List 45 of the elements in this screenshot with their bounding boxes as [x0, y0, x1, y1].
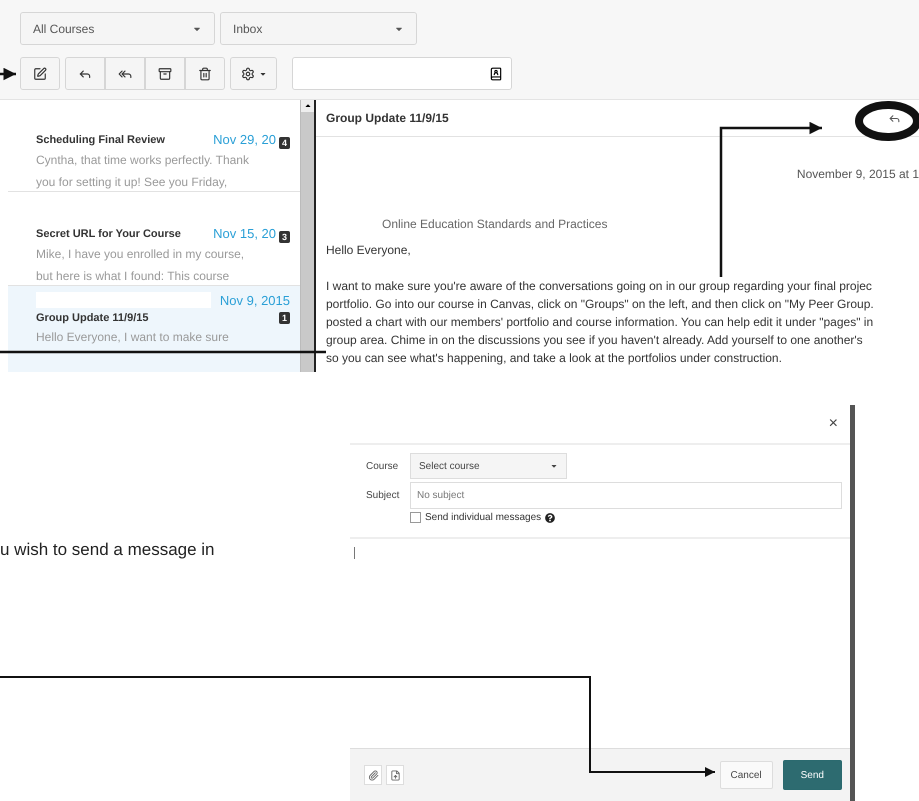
delete-button[interactable]	[185, 57, 225, 90]
paperclip-icon	[368, 770, 378, 780]
annotation-arrow	[0, 68, 16, 80]
media-button[interactable]	[386, 765, 404, 785]
conversation-date: Nov 29, 20	[213, 132, 276, 147]
message-count: 4	[278, 137, 290, 149]
instruction-text: u wish to send a message in	[0, 540, 215, 559]
checkbox[interactable]	[410, 512, 421, 523]
message-count: 1	[278, 312, 290, 324]
conversation-date: Nov 9, 2015	[220, 292, 290, 308]
scroll-up-icon[interactable]	[304, 102, 312, 110]
subject-field[interactable]: No subject	[410, 482, 842, 509]
conversation-subject: Scheduling Final Review	[36, 134, 165, 146]
address-book-icon[interactable]	[489, 66, 503, 80]
message-heading: Online Education Standards and Practices	[381, 217, 608, 231]
file-upload-icon	[390, 770, 400, 780]
checkbox-label: Send individual messages	[425, 512, 542, 523]
cancel-button[interactable]: Cancel	[720, 761, 773, 789]
course-label: Course	[366, 460, 400, 472]
close-button[interactable]: ×	[828, 415, 838, 433]
subject-label: Subject	[366, 490, 400, 501]
filter-dropdown[interactable]: Inbox	[220, 12, 417, 45]
trash-icon	[198, 66, 212, 80]
message-greeting: Hello Everyone,	[326, 243, 412, 257]
message-date: November 9, 2015 at 1	[796, 167, 919, 181]
course-dropdown[interactable]: Select course	[410, 453, 567, 479]
reply-all-button[interactable]	[105, 57, 145, 90]
conversation-subject: Group Update 11/9/15	[36, 312, 148, 324]
filter-dropdown[interactable]: All Courses	[20, 12, 215, 45]
archive-button[interactable]	[145, 57, 185, 90]
send-button[interactable]: Send	[782, 760, 842, 790]
settings-button[interactable]	[230, 57, 277, 90]
conversation-item[interactable]: Nov 9, 2015 Group Update 11/9/15 1 Hello Everyone, I want to make sure	[8, 286, 300, 372]
compose-button[interactable]	[20, 57, 60, 90]
message-count: 3	[278, 231, 290, 243]
caret-icon	[550, 462, 558, 470]
help-icon[interactable]	[545, 512, 556, 522]
settings-icon	[240, 66, 254, 80]
message-subject: Group Update 11/9/15	[326, 111, 449, 125]
search-field[interactable]	[292, 57, 512, 90]
attach-button[interactable]	[364, 765, 382, 785]
conversation-date: Nov 15, 20	[213, 226, 276, 241]
archive-box-icon	[158, 66, 172, 80]
pen-square-icon	[33, 66, 47, 80]
conversation-subject: Secret URL for Your Course	[36, 228, 181, 240]
